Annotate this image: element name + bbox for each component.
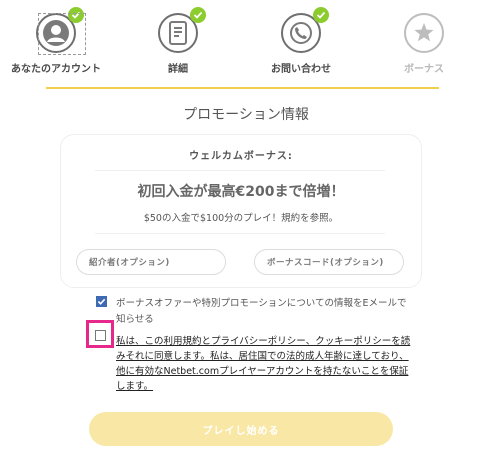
step-label: あなたのアカウント bbox=[11, 64, 101, 75]
step-focus-outline bbox=[38, 13, 86, 55]
offer-details: $50の入金で$100分のプレイ！規約を参照。 bbox=[143, 213, 339, 224]
step-bonus[interactable]: ボーナス bbox=[374, 13, 474, 75]
star-icon bbox=[404, 13, 444, 53]
step-label: 詳細 bbox=[168, 64, 188, 75]
welcome-bonus-heading: ウェルカムボーナス: bbox=[189, 151, 293, 162]
referrer-input[interactable]: 紹介者(オプション) bbox=[76, 249, 226, 275]
start-playing-button[interactable]: プレイし始める bbox=[89, 412, 393, 446]
terms-checkbox[interactable] bbox=[95, 330, 106, 341]
progress-divider bbox=[46, 87, 439, 89]
divider bbox=[95, 233, 385, 234]
marketing-checkbox[interactable] bbox=[96, 296, 107, 307]
marketing-consent-text: ボーナスオファーや特別プロモーションについての情報をEメールで知らせる bbox=[116, 298, 407, 325]
form-icon bbox=[158, 7, 206, 53]
phone-icon bbox=[281, 7, 329, 53]
step-contact[interactable]: お問い合わせ bbox=[251, 7, 351, 75]
divider bbox=[95, 170, 385, 171]
step-label: お問い合わせ bbox=[271, 64, 331, 75]
check-icon bbox=[190, 7, 206, 23]
page-title: プロモーション情報 bbox=[183, 107, 309, 123]
offer-headline: 初回入金が最高€200まで倍増！ bbox=[137, 184, 345, 200]
step-label: ボーナス bbox=[404, 64, 444, 75]
bonus-code-input[interactable]: ボーナスコード(オプション) bbox=[254, 249, 404, 275]
terms-consent-text[interactable]: 私は、この利用規約とプライバシーポリシー、クッキーポリシーを読みそれに同意します… bbox=[116, 334, 416, 394]
step-details[interactable]: 詳細 bbox=[128, 7, 228, 75]
check-icon bbox=[313, 7, 329, 23]
